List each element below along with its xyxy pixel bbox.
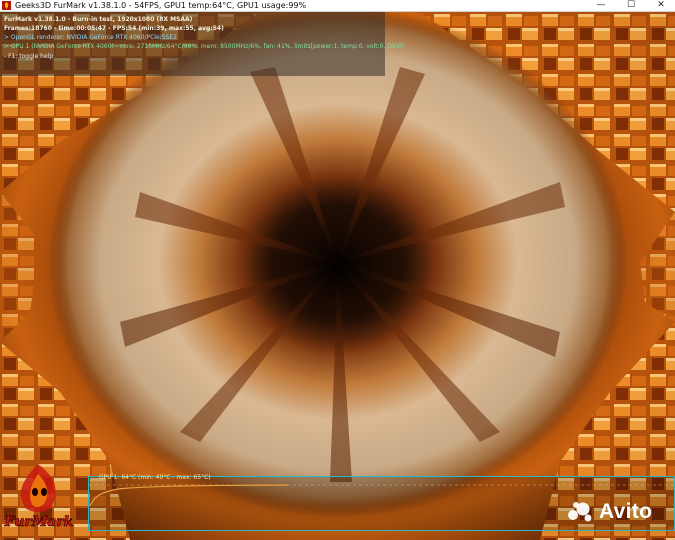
close-button[interactable]: ✕ [646, 0, 675, 11]
osd-stats: Frames:18760 - time:00:05:47 - FPS:54 (m… [4, 25, 224, 32]
osd-panel: FurMark v1.38.1.0 - Burn-in test, 1920x1… [0, 12, 404, 76]
title-bar[interactable]: Geeks3D FurMark v1.38.1.0 - 54FPS, GPU1 … [0, 0, 675, 12]
fur-donut-scene [0, 12, 675, 540]
window-title: Geeks3D FurMark v1.38.1.0 - 54FPS, GPU1 … [15, 1, 307, 10]
osd-help-hint: - F1: toggle help [4, 53, 54, 60]
furmark-logo: FurMark [3, 464, 74, 530]
avito-watermark: Avito [567, 500, 652, 524]
osd-title: FurMark v1.38.1.0 - Burn-in test, 1920x1… [4, 16, 193, 23]
furmark-window: Geeks3D FurMark v1.38.1.0 - 54FPS, GPU1 … [0, 0, 675, 540]
furmark-logo-text: FurMark [4, 514, 74, 530]
donut-hole [243, 177, 433, 357]
minimize-button[interactable]: — [586, 0, 616, 11]
maximize-button[interactable]: ☐ [616, 0, 646, 11]
temperature-graph-label: GPU 1: 64°C (min: 40°C - max: 65°C) [99, 474, 211, 481]
avito-text: Avito [599, 500, 653, 523]
furmark-app-icon [2, 1, 11, 10]
avito-dots-icon [568, 502, 592, 522]
render-viewport[interactable] [0, 12, 675, 540]
osd-renderer: > OpenGL renderer: NVIDIA GeForce RTX 40… [4, 34, 177, 41]
osd-gpu-info: > GPU 1 (NVIDIA GeForce RTX 4060) - core… [4, 43, 404, 50]
